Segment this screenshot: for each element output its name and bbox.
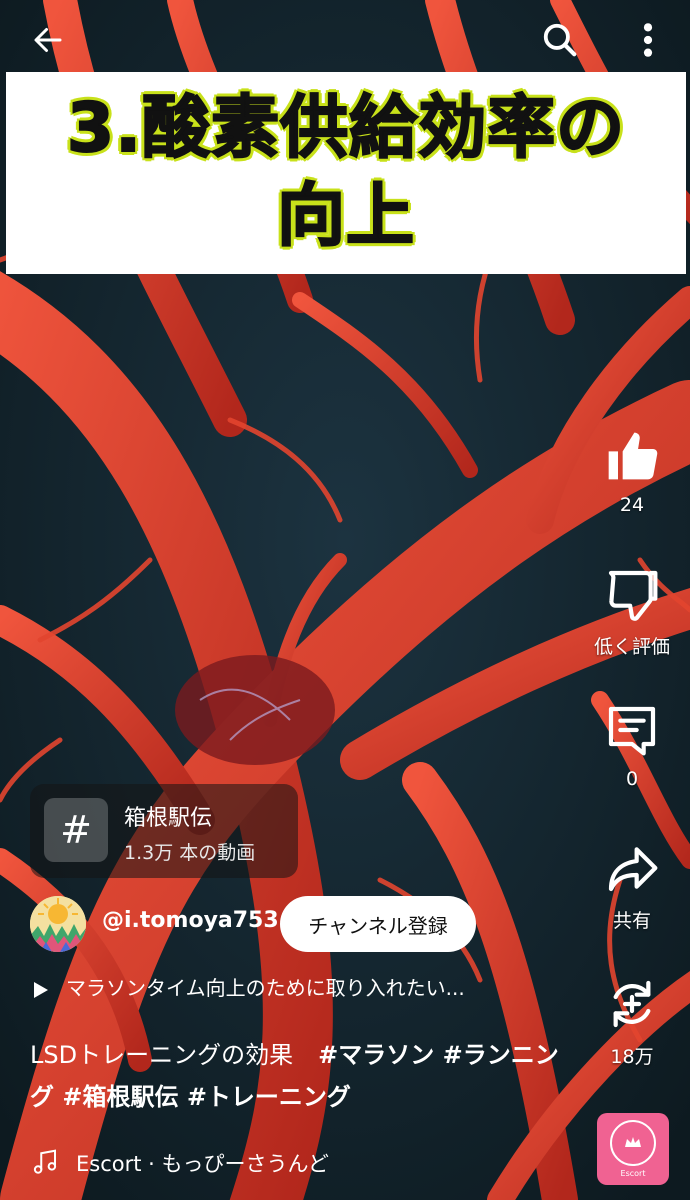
remix-button[interactable]: 18万 [580, 976, 684, 1069]
playlist-text: マラソンタイム向上のために取り入れたい... [66, 976, 465, 1000]
remix-icon [613, 980, 651, 1028]
dislike-button[interactable]: 低く評価 [580, 566, 684, 659]
music-note-icon [33, 1149, 57, 1174]
video-description[interactable]: LSDトレーニングの効果 #マラソン #ランニング #箱根駅伝 #トレーニング [30, 1034, 570, 1118]
comment-button[interactable]: 0 [580, 702, 684, 790]
sound-thumbnail[interactable]: Escort [597, 1113, 669, 1185]
share-button[interactable]: 共有 [580, 840, 684, 933]
search-icon [543, 23, 577, 57]
thumbs-down-icon [608, 570, 658, 621]
share-label: 共有 [612, 910, 651, 932]
music-row[interactable]: Escort · もっぴーさうんど [30, 1146, 530, 1182]
sound-logo-icon [610, 1120, 656, 1166]
thumbs-up-icon [608, 432, 658, 480]
back-button[interactable] [20, 12, 76, 68]
channel-avatar[interactable] [30, 896, 86, 952]
search-button[interactable] [532, 12, 588, 68]
more-vertical-icon [643, 23, 653, 57]
like-count: 24 [619, 494, 645, 516]
playlist-link[interactable]: マラソンタイム向上のために取り入れたい... [34, 972, 574, 1008]
description-text: LSDトレーニングの効果 [30, 1041, 294, 1069]
like-button[interactable]: 24 [580, 428, 684, 516]
sound-thumb-label: Escort [620, 1169, 646, 1178]
avatar-image [30, 896, 86, 952]
comment-count: 0 [625, 768, 639, 790]
channel-handle[interactable]: @i.tomoya753 [102, 908, 279, 933]
crown-icon [625, 1137, 641, 1147]
comment-icon [608, 706, 656, 756]
overlay-title-line2: 向上 [276, 176, 415, 257]
video-title-overlay: 3.酸素供給効率の 向上 [6, 72, 686, 274]
subscribe-button[interactable]: チャンネル登録 [280, 896, 476, 952]
hashtag-name: 箱根駅伝 [124, 806, 213, 831]
more-options-button[interactable] [620, 12, 676, 68]
share-arrow-icon [608, 847, 658, 892]
hashtag-video-count: 1.3万 本の動画 [124, 842, 256, 864]
channel-row: @i.tomoya753 チャンネル登録 [30, 892, 590, 956]
arrow-left-icon [34, 28, 62, 52]
music-title: Escort · もっぴーさうんど [76, 1152, 329, 1176]
overlay-title-line1: 3.酸素供給効率の [66, 88, 626, 169]
hashtag-icon: # [44, 798, 108, 862]
hashtag-chip[interactable]: # 箱根駅伝 1.3万 本の動画 [30, 784, 298, 878]
top-bar [0, 0, 690, 80]
remix-count: 18万 [610, 1046, 654, 1068]
play-icon [34, 981, 48, 998]
dislike-label: 低く評価 [593, 636, 670, 658]
